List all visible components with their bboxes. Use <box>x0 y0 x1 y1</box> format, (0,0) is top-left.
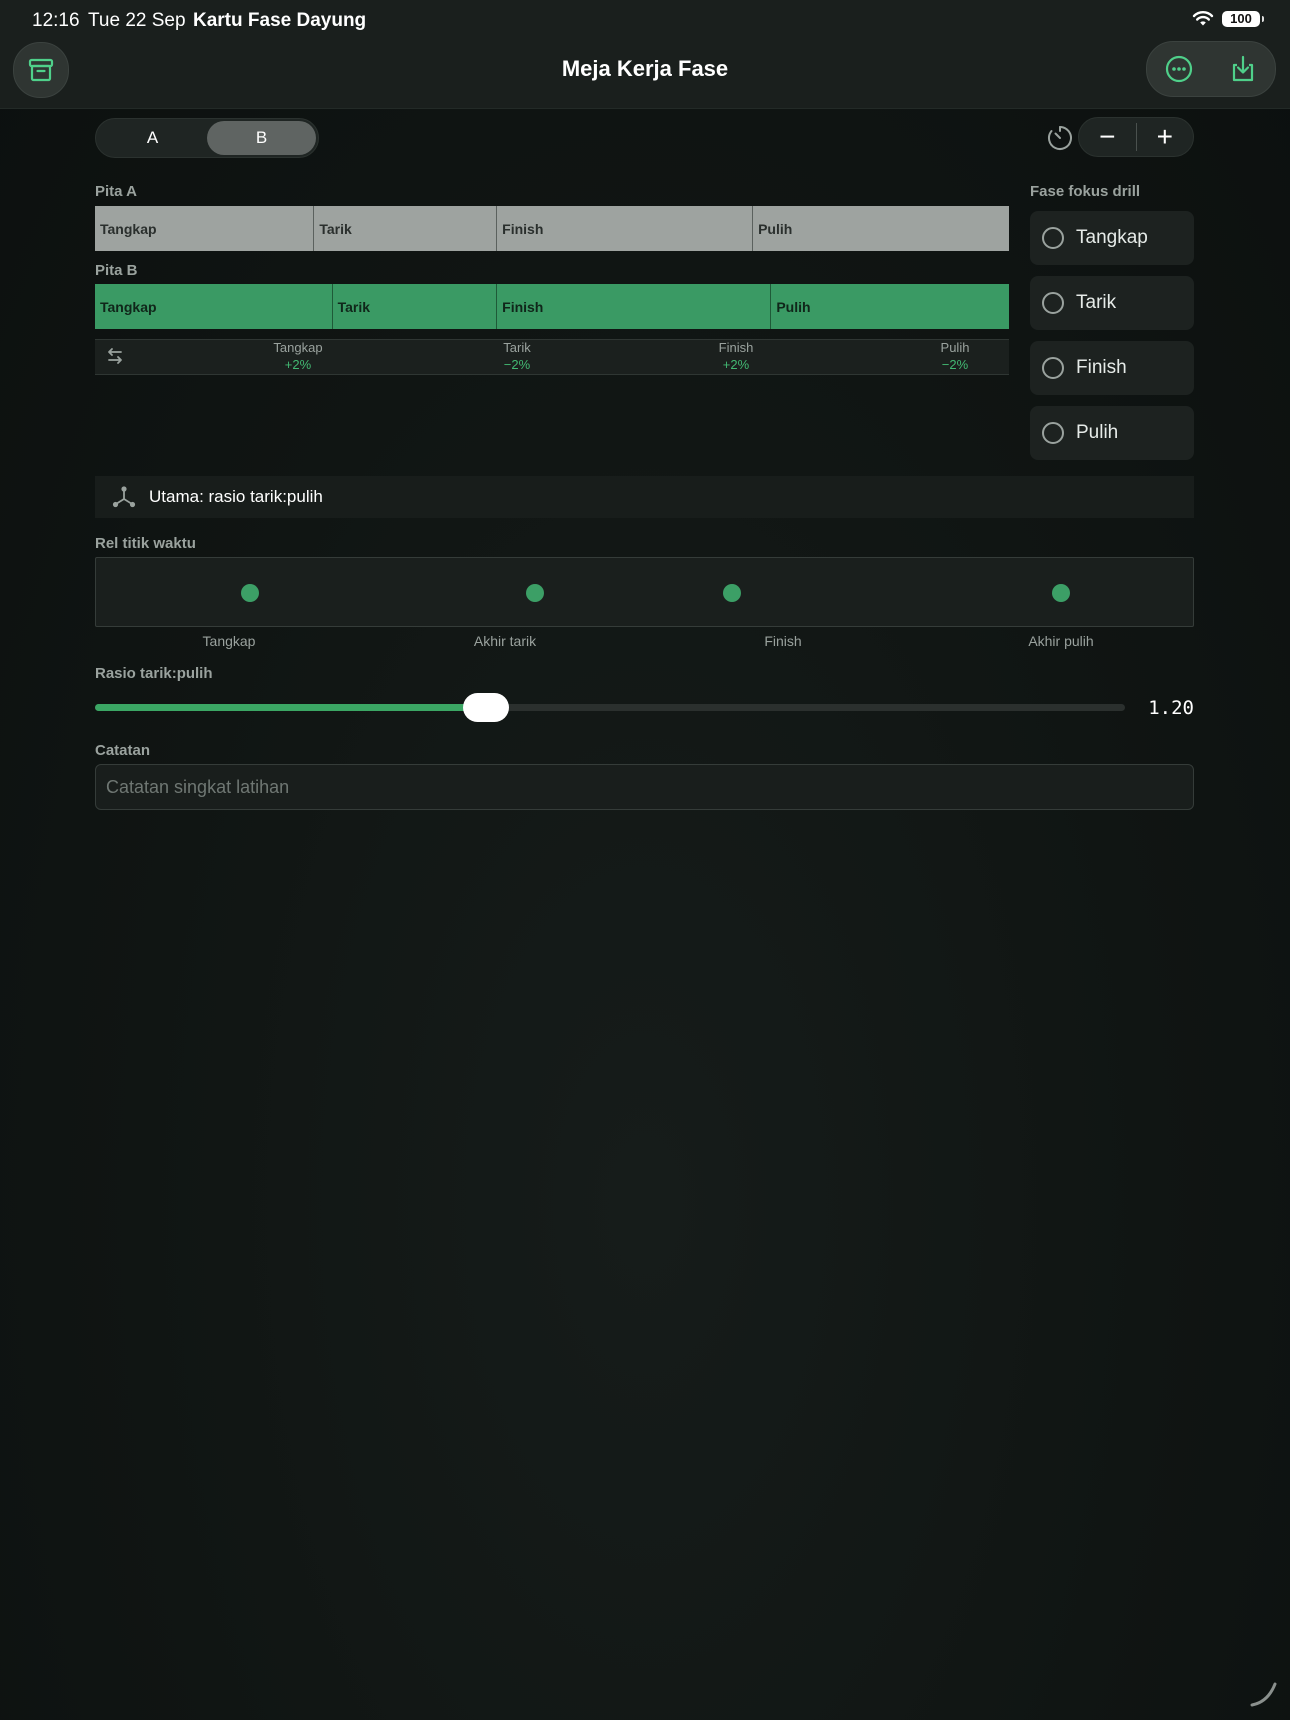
delta-value: +2% <box>722 357 750 372</box>
ratio-value: 1.20 <box>1148 697 1194 719</box>
delta-item: Finish +2% <box>676 340 796 373</box>
focus-option-tangkap[interactable]: Tangkap <box>1030 211 1194 265</box>
timepoint-handle[interactable] <box>240 584 259 602</box>
timepoint-handle[interactable] <box>525 584 544 602</box>
band-b-segment-pulih[interactable]: Pulih <box>771 284 1009 329</box>
ratio-slider-track[interactable] <box>95 704 1125 711</box>
timer-icon[interactable] <box>1046 124 1074 152</box>
delta-value: −2% <box>941 357 969 372</box>
radio-circle-icon <box>1042 227 1064 249</box>
band-a-segment-finish[interactable]: Finish <box>497 206 754 251</box>
zoom-stepper: − + <box>1078 117 1194 157</box>
delta-item: Tarik −2% <box>457 340 577 373</box>
ratio-title: Rasio tarik:pulih <box>95 665 213 682</box>
band-b-segment-finish[interactable]: Finish <box>497 284 772 329</box>
delta-phase-name: Tangkap <box>273 340 323 355</box>
status-date: Tue 22 Sep <box>88 10 186 31</box>
increment-button[interactable]: + <box>1137 118 1194 156</box>
band-segmented-control: A B <box>95 118 319 158</box>
rail-label: Akhir tarik <box>473 633 537 649</box>
navigation-bar: Meja Kerja Fase <box>0 40 1290 109</box>
notes-input[interactable] <box>95 764 1194 810</box>
download-icon <box>1232 55 1254 82</box>
status-app-name: Kartu Fase Dayung <box>193 10 367 31</box>
hub-icon <box>112 486 136 508</box>
band-b-label: Pita B <box>95 262 138 279</box>
segment-option-b[interactable]: B <box>207 121 316 155</box>
more-icon <box>1165 55 1193 83</box>
delta-row: Tangkap +2% Tarik −2% Finish +2% Pulih −… <box>95 339 1009 375</box>
focus-title: Fase fokus drill <box>1030 183 1141 200</box>
band-a: Tangkap Tarik Finish Pulih <box>95 206 1009 251</box>
rail-title: Rel titik waktu <box>95 535 196 552</box>
more-button[interactable] <box>1155 45 1203 93</box>
focus-option-finish[interactable]: Finish <box>1030 341 1194 395</box>
band-b-segment-tangkap[interactable]: Tangkap <box>95 284 333 329</box>
resize-handle-icon[interactable] <box>1248 1678 1278 1708</box>
notes-title: Catatan <box>95 742 151 759</box>
radio-circle-icon <box>1042 357 1064 379</box>
primary-metric-label: Utama: rasio tarik:pulih <box>149 487 323 506</box>
radio-circle-icon <box>1042 292 1064 314</box>
band-b: Tangkap Tarik Finish Pulih <box>95 284 1009 329</box>
nav-action-group <box>1146 41 1276 97</box>
status-indicators: 100 <box>1192 10 1264 27</box>
band-a-segment-tarik[interactable]: Tarik <box>314 206 498 251</box>
wifi-icon <box>1192 11 1214 26</box>
delta-value: +2% <box>284 357 312 372</box>
focus-option-label: Finish <box>1076 357 1127 378</box>
page-title: Meja Kerja Fase <box>561 56 729 81</box>
ratio-slider-fill <box>95 704 487 711</box>
band-a-label: Pita A <box>95 183 137 200</box>
focus-option-label: Tarik <box>1076 292 1117 313</box>
focus-option-label: Tangkap <box>1076 227 1148 248</box>
status-time: 12:16 <box>32 10 80 31</box>
rail-label: Akhir pulih <box>1028 633 1094 649</box>
focus-option-label: Pulih <box>1076 422 1119 443</box>
timepoint-handle[interactable] <box>723 584 742 602</box>
focus-option-pulih[interactable]: Pulih <box>1030 406 1194 460</box>
primary-metric-bar[interactable]: Utama: rasio tarik:pulih <box>95 476 1194 518</box>
delta-item: Tangkap +2% <box>238 340 358 373</box>
rail-label: Tangkap <box>202 633 256 649</box>
band-b-segment-tarik[interactable]: Tarik <box>332 284 498 329</box>
rail-label: Finish <box>764 633 802 649</box>
decrement-button[interactable]: − <box>1079 118 1136 156</box>
timepoint-handle[interactable] <box>1052 584 1071 602</box>
status-bar: 12:16 Tue 22 Sep Kartu Fase Dayung 100 <box>0 0 1290 40</box>
battery-indicator: 100 <box>1222 10 1264 27</box>
focus-option-tarik[interactable]: Tarik <box>1030 276 1194 330</box>
band-a-segment-pulih[interactable]: Pulih <box>753 206 1009 251</box>
timepoint-rail <box>95 557 1194 627</box>
swap-arrows-icon[interactable] <box>105 346 125 366</box>
export-button[interactable] <box>1219 45 1267 93</box>
radio-circle-icon <box>1042 422 1064 444</box>
delta-value: −2% <box>503 357 531 372</box>
delta-phase-name: Pulih <box>940 340 970 355</box>
ratio-slider-thumb[interactable] <box>463 693 510 722</box>
band-a-segment-tangkap[interactable]: Tangkap <box>95 206 315 251</box>
delta-phase-name: Finish <box>718 340 754 355</box>
segment-option-a[interactable]: A <box>98 121 207 155</box>
delta-item: Pulih −2% <box>895 340 1015 373</box>
delta-phase-name: Tarik <box>503 340 531 355</box>
